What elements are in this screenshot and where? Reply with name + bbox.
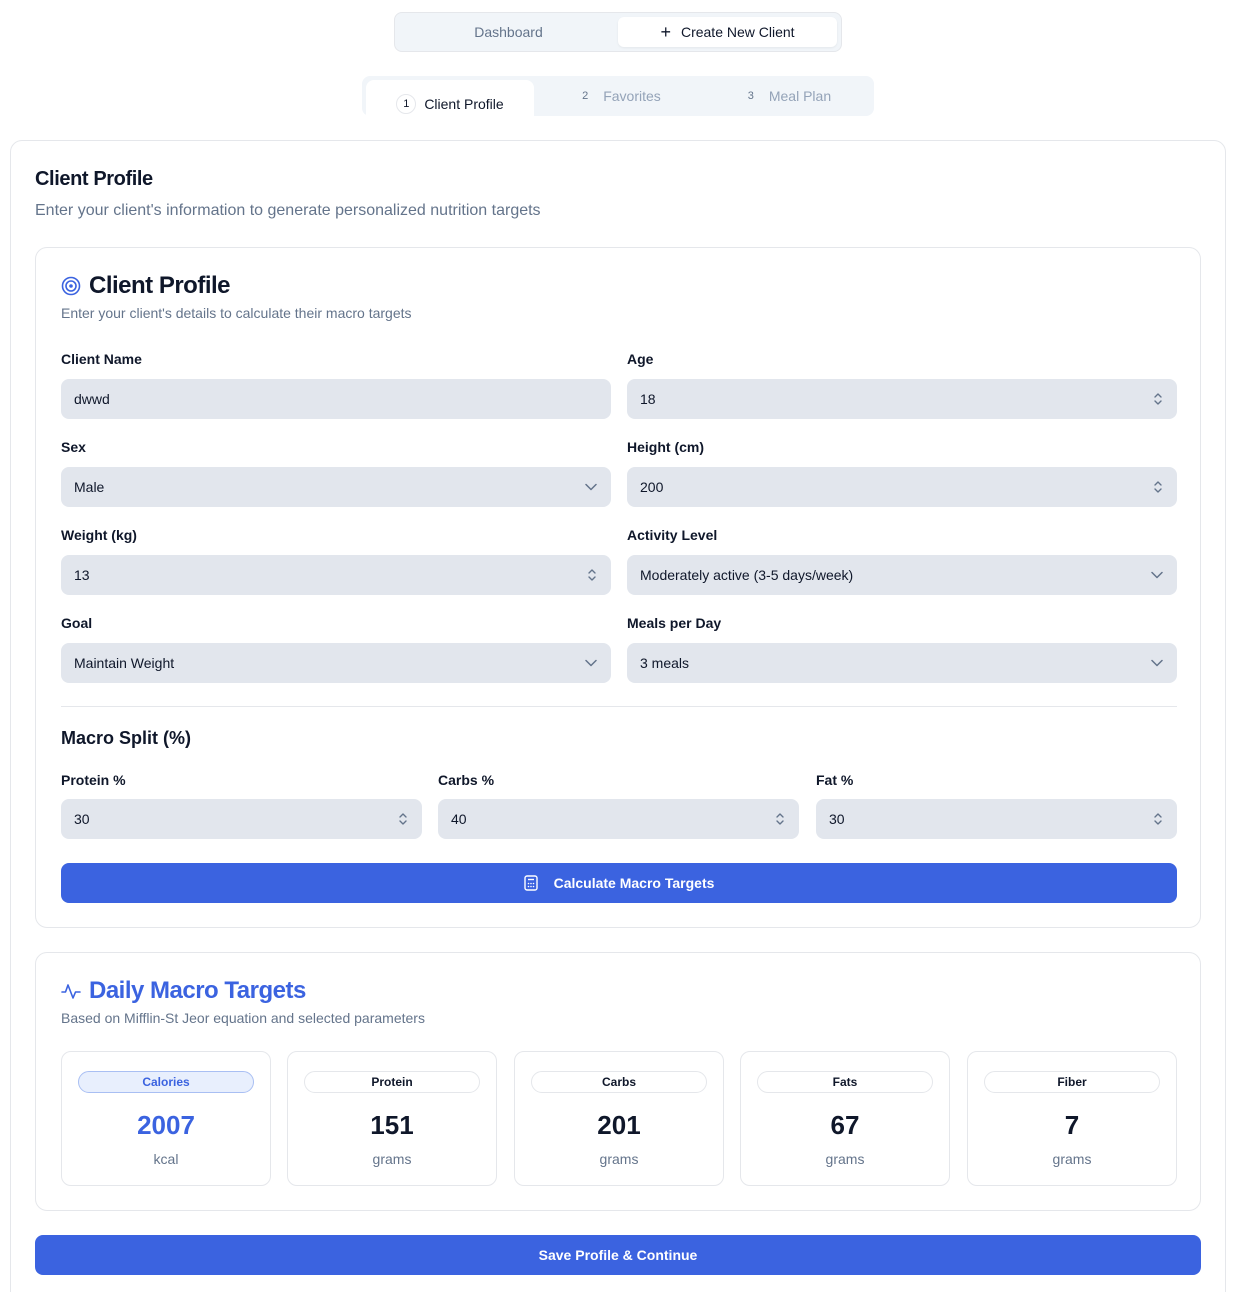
weight-value: 13 <box>74 567 90 583</box>
height-input[interactable]: 200 <box>627 467 1177 507</box>
stat-value: 151 <box>370 1110 414 1140</box>
stat-unit: grams <box>825 1151 865 1167</box>
daily-macro-targets-card: Daily Macro Targets Based on Mifflin-St … <box>35 952 1201 1211</box>
activity-label: Activity Level <box>627 527 718 543</box>
stat-unit: grams <box>1052 1151 1092 1167</box>
goal-select[interactable]: Maintain Weight <box>61 643 611 683</box>
card-title: Client Profile <box>61 272 231 300</box>
carbs-pct-input[interactable]: 40 <box>438 799 799 839</box>
stepper-icon[interactable] <box>1152 390 1164 408</box>
stat-value: 2007 <box>137 1110 195 1140</box>
weight-input[interactable]: 13 <box>61 555 611 595</box>
fat-pct-input[interactable]: 30 <box>816 799 1177 839</box>
stat-badge: Protein <box>304 1071 480 1093</box>
card-title-text: Client Profile <box>89 272 231 299</box>
step-label: Meal Plan <box>768 88 832 104</box>
meals-label: Meals per Day <box>627 615 722 631</box>
stat-badge: Fiber <box>984 1071 1160 1093</box>
step-number: 3 <box>747 90 754 102</box>
stat-calories: Calories 2007 kcal <box>61 1051 271 1186</box>
step-number: 1 <box>396 94 417 114</box>
age-input[interactable]: 18 <box>627 379 1177 419</box>
step-label: Favorites <box>603 88 661 104</box>
tab-dashboard-label: Dashboard <box>474 24 543 40</box>
calculate-button-label: Calculate Macro Targets <box>553 875 715 891</box>
page-subtitle: Enter your client's information to gener… <box>35 202 541 219</box>
protein-pct-label: Protein % <box>61 772 126 788</box>
sex-value: Male <box>74 479 105 495</box>
stat-badge: Carbs <box>531 1071 707 1093</box>
plus-icon: + <box>660 22 671 42</box>
stepper-icon[interactable] <box>1152 478 1164 496</box>
stat-carbs: Carbs 201 grams <box>514 1051 724 1186</box>
stat-value: 7 <box>1064 1110 1080 1140</box>
card-title: Daily Macro Targets <box>61 977 306 1005</box>
macro-split-title: Macro Split (%) <box>61 728 192 748</box>
chevron-down-icon <box>1150 568 1164 582</box>
chevron-down-icon <box>584 656 598 670</box>
stat-unit: kcal <box>153 1151 179 1167</box>
protein-pct-input[interactable]: 30 <box>61 799 422 839</box>
step-client-profile[interactable]: 1 Client Profile <box>366 80 534 128</box>
height-label: Height (cm) <box>627 439 704 455</box>
stat-value: 201 <box>597 1110 641 1140</box>
calculator-icon <box>523 875 538 891</box>
stepper-icon[interactable] <box>1152 810 1164 828</box>
client-name-value: dwwd <box>74 391 110 407</box>
save-profile-button[interactable]: Save Profile & Continue <box>35 1235 1201 1275</box>
step-tabs: 1 Client Profile 2 Favorites 3 Meal Plan <box>362 76 874 128</box>
stat-unit: grams <box>372 1151 412 1167</box>
client-name-label: Client Name <box>61 351 142 367</box>
chevron-down-icon <box>584 480 598 494</box>
card-description: Enter your client's details to calculate… <box>61 305 412 321</box>
page-title: Client Profile <box>35 168 153 190</box>
activity-value: Moderately active (3-5 days/week) <box>640 567 854 583</box>
stepper-icon[interactable] <box>774 810 786 828</box>
step-label: Client Profile <box>424 96 504 112</box>
activity-select[interactable]: Moderately active (3-5 days/week) <box>627 555 1177 595</box>
height-value: 200 <box>640 479 664 495</box>
goal-value: Maintain Weight <box>74 655 175 671</box>
view-tabs: Dashboard + Create New Client <box>394 12 842 52</box>
step-favorites[interactable]: 2 Favorites <box>534 80 702 112</box>
client-name-input[interactable]: dwwd <box>61 379 611 419</box>
meals-value: 3 meals <box>640 655 690 671</box>
stat-badge: Fats <box>757 1071 933 1093</box>
goal-label: Goal <box>61 615 93 631</box>
stat-fiber: Fiber 7 grams <box>967 1051 1177 1186</box>
card-description: Based on Mifflin-St Jeor equation and se… <box>61 1010 425 1026</box>
calculate-macro-targets-button[interactable]: Calculate Macro Targets <box>61 863 1177 903</box>
carbs-pct-label: Carbs % <box>438 772 495 788</box>
stepper-icon[interactable] <box>397 810 409 828</box>
age-value: 18 <box>640 391 656 407</box>
stat-value: 67 <box>830 1110 860 1140</box>
fat-pct-label: Fat % <box>816 772 854 788</box>
client-profile-card: Client Profile Enter your client's detai… <box>35 247 1201 928</box>
stat-fats: Fats 67 grams <box>740 1051 950 1186</box>
card-title-text: Daily Macro Targets <box>89 977 306 1004</box>
meals-select[interactable]: 3 meals <box>627 643 1177 683</box>
fat-pct-value: 30 <box>829 811 845 827</box>
step-meal-plan[interactable]: 3 Meal Plan <box>702 80 870 112</box>
stat-unit: grams <box>599 1151 639 1167</box>
stat-badge: Calories <box>78 1071 254 1093</box>
protein-pct-value: 30 <box>74 811 90 827</box>
stat-protein: Protein 151 grams <box>287 1051 497 1186</box>
age-label: Age <box>627 351 654 367</box>
tab-create-new-client[interactable]: + Create New Client <box>618 17 837 47</box>
step-number: 2 <box>582 90 589 102</box>
tab-dashboard[interactable]: Dashboard <box>399 17 618 47</box>
target-icon <box>61 276 81 296</box>
chevron-down-icon <box>1150 656 1164 670</box>
carbs-pct-value: 40 <box>451 811 467 827</box>
sex-select[interactable]: Male <box>61 467 611 507</box>
stepper-icon[interactable] <box>586 566 598 584</box>
weight-label: Weight (kg) <box>61 527 137 543</box>
activity-icon <box>61 981 81 1001</box>
tab-create-label: Create New Client <box>680 24 795 40</box>
sex-label: Sex <box>61 439 86 455</box>
divider <box>61 706 1177 707</box>
save-button-label: Save Profile & Continue <box>538 1247 698 1263</box>
